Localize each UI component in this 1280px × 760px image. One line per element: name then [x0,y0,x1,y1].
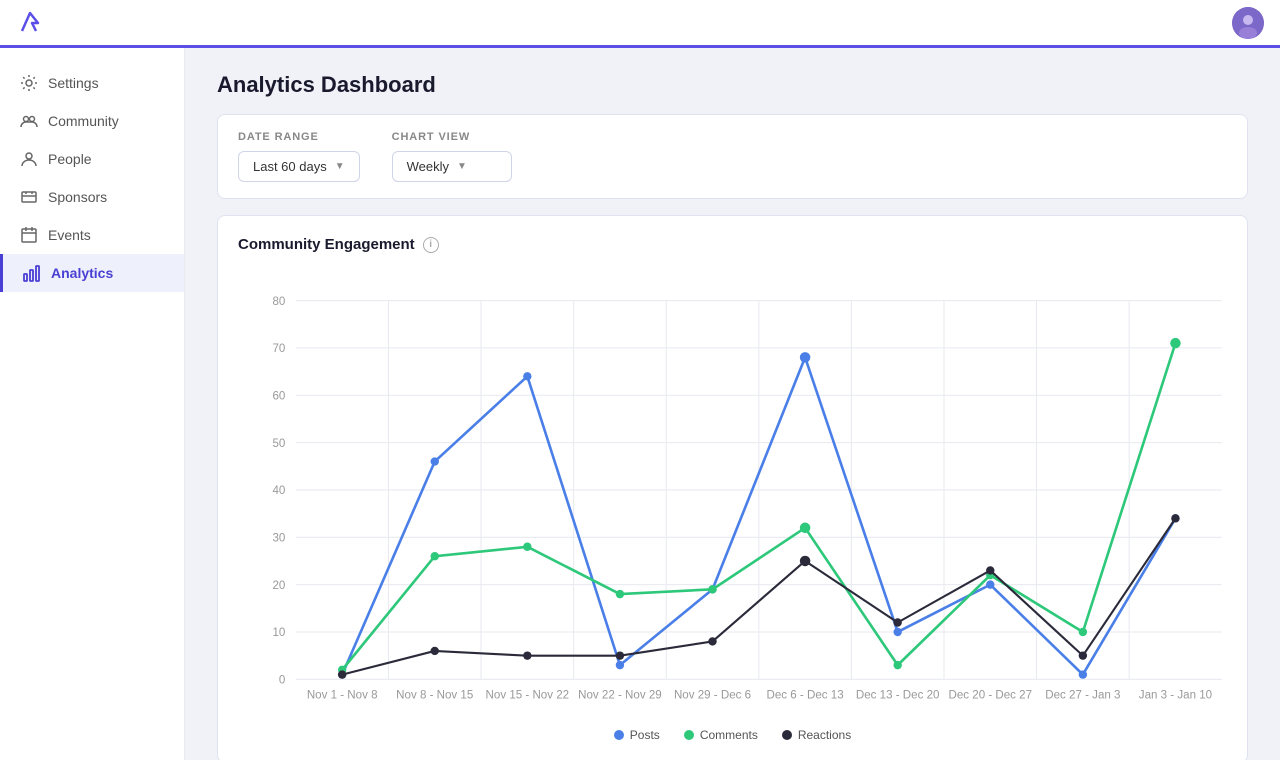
sidebar-item-sponsors[interactable]: Sponsors [0,178,184,216]
sidebar: Settings Community People Sponsors [0,48,185,760]
page-title: Analytics Dashboard [217,72,1248,98]
svg-text:20: 20 [272,580,285,592]
date-range-label: DATE RANGE [238,131,360,143]
community-icon [20,112,38,130]
legend-reactions-label: Reactions [798,728,851,742]
date-range-filter: DATE RANGE Last 60 days ▼ [238,131,360,182]
chart-view-dropdown[interactable]: Weekly ▼ [392,151,512,182]
sidebar-item-analytics-label: Analytics [51,265,113,281]
engagement-chart-title: Community Engagement [238,236,415,253]
engagement-chart-card: Community Engagement i .grid-line { stro… [217,215,1248,760]
chevron-down-icon-2: ▼ [457,161,467,172]
sidebar-item-events-label: Events [48,227,91,243]
sponsors-icon [20,188,38,206]
user-avatar[interactable] [1232,7,1264,39]
svg-text:10: 10 [272,627,285,639]
svg-text:Nov 8 - Nov 15: Nov 8 - Nov 15 [396,689,473,701]
svg-text:80: 80 [272,296,285,308]
svg-text:Dec 27 - Jan 3: Dec 27 - Jan 3 [1045,689,1120,701]
analytics-icon [23,264,41,282]
sidebar-item-events[interactable]: Events [0,216,184,254]
filter-bar: DATE RANGE Last 60 days ▼ CHART VIEW Wee… [217,114,1248,199]
svg-text:Dec 6 - Dec 13: Dec 6 - Dec 13 [767,689,844,701]
svg-text:0: 0 [279,675,285,687]
sidebar-item-people[interactable]: People [0,140,184,178]
svg-text:70: 70 [272,343,285,355]
events-icon [20,226,38,244]
date-range-dropdown[interactable]: Last 60 days ▼ [238,151,360,182]
settings-icon [20,74,38,92]
svg-text:Nov 22 - Nov 29: Nov 22 - Nov 29 [578,689,662,701]
engagement-chart: .grid-line { stroke: #e8eaf0; stroke-wid… [238,269,1227,742]
svg-text:50: 50 [272,438,285,450]
sidebar-item-people-label: People [48,151,92,167]
sidebar-item-analytics[interactable]: Analytics [0,254,184,292]
chevron-down-icon: ▼ [335,161,345,172]
svg-text:Nov 29 - Dec 6: Nov 29 - Dec 6 [674,689,751,701]
sidebar-item-community-label: Community [48,113,119,129]
svg-text:60: 60 [272,390,285,402]
main-content: Analytics Dashboard DATE RANGE Last 60 d… [185,48,1280,760]
legend-comments: Comments [684,728,758,742]
svg-text:Nov 1 - Nov 8: Nov 1 - Nov 8 [307,689,378,701]
svg-text:40: 40 [272,485,285,497]
app-logo [16,9,44,37]
svg-text:Jan 3 - Jan 10: Jan 3 - Jan 10 [1139,689,1212,701]
date-range-value: Last 60 days [253,159,327,174]
chart-view-value: Weekly [407,159,449,174]
legend-reactions: Reactions [782,728,851,742]
svg-text:Dec 20 - Dec 27: Dec 20 - Dec 27 [948,689,1032,701]
sidebar-item-sponsors-label: Sponsors [48,189,107,205]
people-icon [20,150,38,168]
svg-text:Nov 15 - Nov 22: Nov 15 - Nov 22 [486,689,570,701]
svg-text:30: 30 [272,532,285,544]
sidebar-item-settings-label: Settings [48,75,99,91]
sidebar-item-community[interactable]: Community [0,102,184,140]
topbar [0,0,1280,48]
legend-reactions-dot [782,730,792,740]
chart-legend: Posts Comments Reactions [238,728,1227,742]
legend-comments-dot [684,730,694,740]
legend-posts-dot [614,730,624,740]
chart-view-label: CHART VIEW [392,131,512,143]
engagement-info-icon[interactable]: i [423,237,439,253]
svg-text:Dec 13 - Dec 20: Dec 13 - Dec 20 [856,689,940,701]
chart-view-filter: CHART VIEW Weekly ▼ [392,131,512,182]
legend-comments-label: Comments [700,728,758,742]
sidebar-item-settings[interactable]: Settings [0,64,184,102]
legend-posts: Posts [614,728,660,742]
legend-posts-label: Posts [630,728,660,742]
